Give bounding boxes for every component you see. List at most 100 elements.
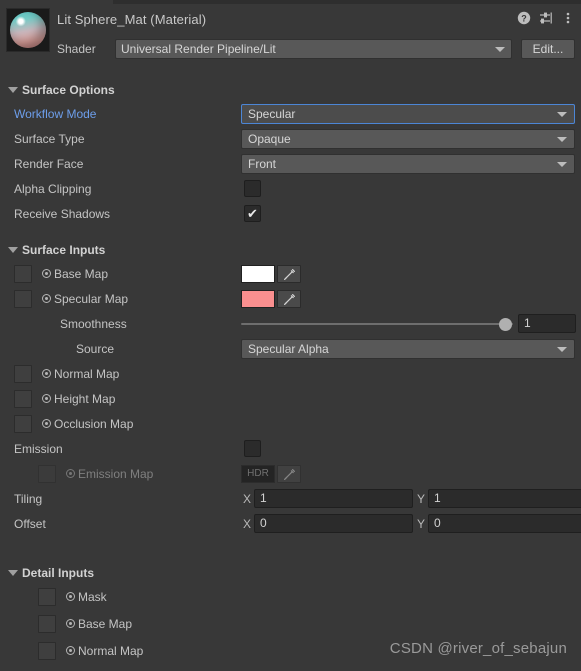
base-map-texture-slot[interactable] xyxy=(14,265,32,283)
specular-map-eyedropper-button[interactable] xyxy=(277,290,301,308)
shader-dropdown-value: Universal Render Pipeline/Lit xyxy=(121,42,276,56)
chevron-down-icon xyxy=(8,87,18,93)
shader-dropdown[interactable]: Universal Render Pipeline/Lit xyxy=(115,39,512,59)
tiling-y-axis-label: Y xyxy=(417,492,426,506)
target-dot-icon xyxy=(42,294,51,303)
occlusion-map-row: Occlusion Map xyxy=(0,412,581,437)
detail-inputs-title: Detail Inputs xyxy=(22,566,95,580)
emission-map-row: Emission Map HDR xyxy=(0,462,581,487)
detail-base-map-row: Base Map xyxy=(0,612,581,639)
help-icon[interactable]: ? xyxy=(517,11,531,25)
chevron-down-icon xyxy=(557,162,567,167)
smoothness-row: Smoothness 1 xyxy=(0,312,581,337)
detail-base-map-texture-slot[interactable] xyxy=(38,615,56,633)
target-dot-icon xyxy=(66,619,75,628)
render-face-row: Render Face Front xyxy=(0,152,581,177)
surface-inputs-title: Surface Inputs xyxy=(22,243,106,257)
detail-base-map-label: Base Map xyxy=(78,617,133,631)
target-dot-icon xyxy=(66,592,75,601)
target-dot-icon xyxy=(42,269,51,278)
surface-type-dropdown[interactable]: Opaque xyxy=(241,129,575,149)
chevron-down-icon xyxy=(8,570,18,576)
surface-inputs-section: Surface Inputs Base Map Specular Map Smo… xyxy=(0,240,581,537)
surface-type-label: Surface Type xyxy=(14,132,85,146)
workflow-mode-dropdown[interactable]: Specular xyxy=(241,104,575,124)
target-dot-icon xyxy=(42,369,51,378)
surface-type-value: Opaque xyxy=(248,132,291,146)
tiling-label: Tiling xyxy=(14,492,43,506)
occlusion-map-texture-slot[interactable] xyxy=(14,415,32,433)
emission-label: Emission xyxy=(14,442,63,456)
surface-options-foldout[interactable]: Surface Options xyxy=(0,80,581,102)
preset-icon[interactable] xyxy=(539,11,553,25)
render-face-dropdown[interactable]: Front xyxy=(241,154,575,174)
detail-inputs-foldout[interactable]: Detail Inputs xyxy=(0,563,581,585)
height-map-texture-slot[interactable] xyxy=(14,390,32,408)
workflow-mode-value: Specular xyxy=(248,107,296,121)
tiling-x-axis-label: X xyxy=(243,492,252,506)
source-label: Source xyxy=(76,342,115,356)
shader-row: Shader Universal Render Pipeline/Lit Edi… xyxy=(0,38,581,62)
emission-row: Emission xyxy=(0,437,581,462)
offset-x-axis-label: X xyxy=(243,517,252,531)
specular-map-color-swatch[interactable] xyxy=(241,290,275,308)
source-dropdown[interactable]: Specular Alpha xyxy=(241,339,575,359)
occlusion-map-label: Occlusion Map xyxy=(54,417,134,431)
edit-shader-button[interactable]: Edit... xyxy=(521,39,575,59)
tiling-y-field[interactable]: 1 xyxy=(428,489,581,508)
height-map-row: Height Map xyxy=(0,387,581,412)
receive-shadows-label: Receive Shadows xyxy=(14,207,111,221)
emission-map-eyedropper-button[interactable] xyxy=(277,465,301,483)
normal-map-texture-slot[interactable] xyxy=(14,365,32,383)
height-map-label: Height Map xyxy=(54,392,116,406)
smoothness-value-field[interactable]: 1 xyxy=(518,314,576,333)
specular-map-texture-slot[interactable] xyxy=(14,290,32,308)
emission-checkbox[interactable] xyxy=(244,440,261,457)
detail-normal-map-label: Normal Map xyxy=(78,644,144,658)
chevron-down-icon xyxy=(557,347,567,352)
alpha-clipping-row: Alpha Clipping xyxy=(0,177,581,202)
receive-shadows-checkbox[interactable]: ✔ xyxy=(244,205,261,222)
detail-mask-row: Mask xyxy=(0,585,581,612)
base-map-label: Base Map xyxy=(54,267,109,281)
specular-map-label: Specular Map xyxy=(54,292,129,306)
material-inspector-panel: Lit Sphere_Mat (Material) ? Shader Unive… xyxy=(0,0,581,671)
receive-shadows-row: Receive Shadows ✔ xyxy=(0,202,581,227)
emission-map-label: Emission Map xyxy=(78,467,154,481)
detail-normal-map-texture-slot[interactable] xyxy=(38,642,56,660)
detail-mask-texture-slot[interactable] xyxy=(38,588,56,606)
alpha-clipping-label: Alpha Clipping xyxy=(14,182,92,196)
target-dot-icon xyxy=(42,419,51,428)
more-menu-icon[interactable] xyxy=(561,11,575,25)
chevron-down-icon xyxy=(557,112,567,117)
shader-label: Shader xyxy=(57,42,96,56)
normal-map-row: Normal Map xyxy=(0,362,581,387)
offset-y-field[interactable]: 0 xyxy=(428,514,581,533)
offset-label: Offset xyxy=(14,517,46,531)
target-dot-icon xyxy=(66,646,75,655)
emission-hdr-color-swatch[interactable]: HDR xyxy=(241,465,275,483)
chevron-down-icon xyxy=(557,137,567,142)
workflow-mode-row: Workflow Mode Specular xyxy=(0,102,581,127)
smoothness-label: Smoothness xyxy=(60,317,127,331)
smoothness-slider-track[interactable] xyxy=(241,323,513,325)
emission-map-texture-slot[interactable] xyxy=(38,465,56,483)
render-face-value: Front xyxy=(248,157,277,171)
surface-type-row: Surface Type Opaque xyxy=(0,127,581,152)
surface-options-title: Surface Options xyxy=(22,83,115,97)
source-row: Source Specular Alpha xyxy=(0,337,581,362)
surface-inputs-foldout[interactable]: Surface Inputs xyxy=(0,240,581,262)
base-map-color-swatch[interactable] xyxy=(241,265,275,283)
base-map-eyedropper-button[interactable] xyxy=(277,265,301,283)
smoothness-slider-handle[interactable] xyxy=(499,318,512,331)
offset-y-axis-label: Y xyxy=(417,517,426,531)
offset-x-field[interactable]: 0 xyxy=(254,514,413,533)
normal-map-label: Normal Map xyxy=(54,367,120,381)
chevron-down-icon xyxy=(8,247,18,253)
tiling-x-field[interactable]: 1 xyxy=(254,489,413,508)
offset-row: Offset X 0 Y 0 xyxy=(0,512,581,537)
alpha-clipping-checkbox[interactable] xyxy=(244,180,261,197)
header-icon-group: ? xyxy=(517,11,575,25)
chevron-down-icon xyxy=(495,47,505,52)
watermark-text: CSDN @river_of_sebajun xyxy=(389,640,567,657)
